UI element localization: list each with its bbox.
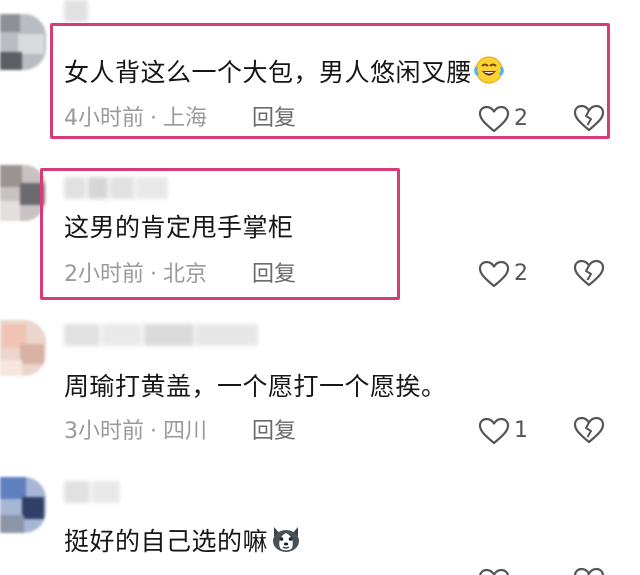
laughing-crying-emoji-icon [474, 55, 504, 93]
comment-item-2: 这男的肯定甩手掌柜 2小时前 · 北京 回复 2 [0, 155, 640, 305]
dislike-button[interactable] [573, 259, 605, 287]
avatar[interactable] [0, 477, 46, 533]
like-button[interactable] [478, 567, 510, 575]
location: 北京 [163, 262, 208, 287]
avatar[interactable] [0, 320, 46, 376]
location: 上海 [163, 106, 208, 131]
like-button[interactable]: 2 [478, 104, 528, 134]
like-button[interactable]: 2 [478, 259, 528, 289]
username-blurred[interactable] [64, 0, 88, 22]
broken-heart-outline-icon [573, 416, 605, 444]
username-blurred[interactable] [64, 481, 120, 503]
husky-dog-emoji-icon [270, 524, 302, 562]
timestamp: 2小时前 [64, 262, 144, 287]
heart-outline-icon [478, 568, 510, 575]
reply-button[interactable]: 回复 [252, 261, 296, 289]
comment-text: 这男的肯定甩手掌柜 [64, 213, 294, 242]
comment-list: 女人背这么一个大包，男人悠闲叉腰 4小时前 · 上海 回复 2 这男的肯定甩手掌柜 [0, 0, 640, 575]
heart-outline-icon [478, 417, 510, 445]
dislike-button[interactable] [573, 104, 605, 132]
comment-meta: 3小时前 · 四川 [64, 418, 207, 446]
heart-outline-icon [478, 260, 510, 288]
broken-heart-outline-icon [573, 259, 605, 287]
comment-text: 女人背这么一个大包，男人悠闲叉腰 [64, 55, 504, 93]
dislike-button[interactable] [573, 567, 605, 575]
comment-item-3: 周瑜打黄盖，一个愿打一个愿挨。 3小时前 · 四川 回复 1 [0, 310, 640, 460]
dislike-button[interactable] [573, 416, 605, 444]
username-blurred[interactable] [64, 324, 258, 346]
comment-item-4: 挺好的自己选的嘛 [0, 465, 640, 575]
comment-item-1: 女人背这么一个大包，男人悠闲叉腰 4小时前 · 上海 回复 2 [0, 0, 640, 150]
meta-separator: · [150, 262, 157, 287]
like-count: 2 [514, 106, 528, 131]
broken-heart-outline-icon [573, 567, 605, 575]
like-button[interactable]: 1 [478, 416, 528, 446]
meta-separator: · [150, 419, 157, 444]
timestamp: 4小时前 [64, 106, 144, 131]
location: 四川 [163, 419, 208, 444]
comment-text: 挺好的自己选的嘛 [64, 524, 302, 562]
avatar[interactable] [0, 14, 46, 70]
broken-heart-outline-icon [573, 104, 605, 132]
reply-button[interactable]: 回复 [252, 418, 296, 446]
meta-separator: · [150, 106, 157, 131]
heart-outline-icon [478, 105, 510, 133]
timestamp: 3小时前 [64, 419, 144, 444]
comment-text: 周瑜打黄盖，一个愿打一个愿挨。 [64, 372, 447, 401]
comment-meta: 4小时前 · 上海 [64, 105, 207, 133]
like-count: 1 [514, 418, 528, 443]
reply-button[interactable]: 回复 [252, 105, 296, 133]
comment-meta: 2小时前 · 北京 [64, 261, 207, 289]
like-count: 2 [514, 261, 528, 286]
